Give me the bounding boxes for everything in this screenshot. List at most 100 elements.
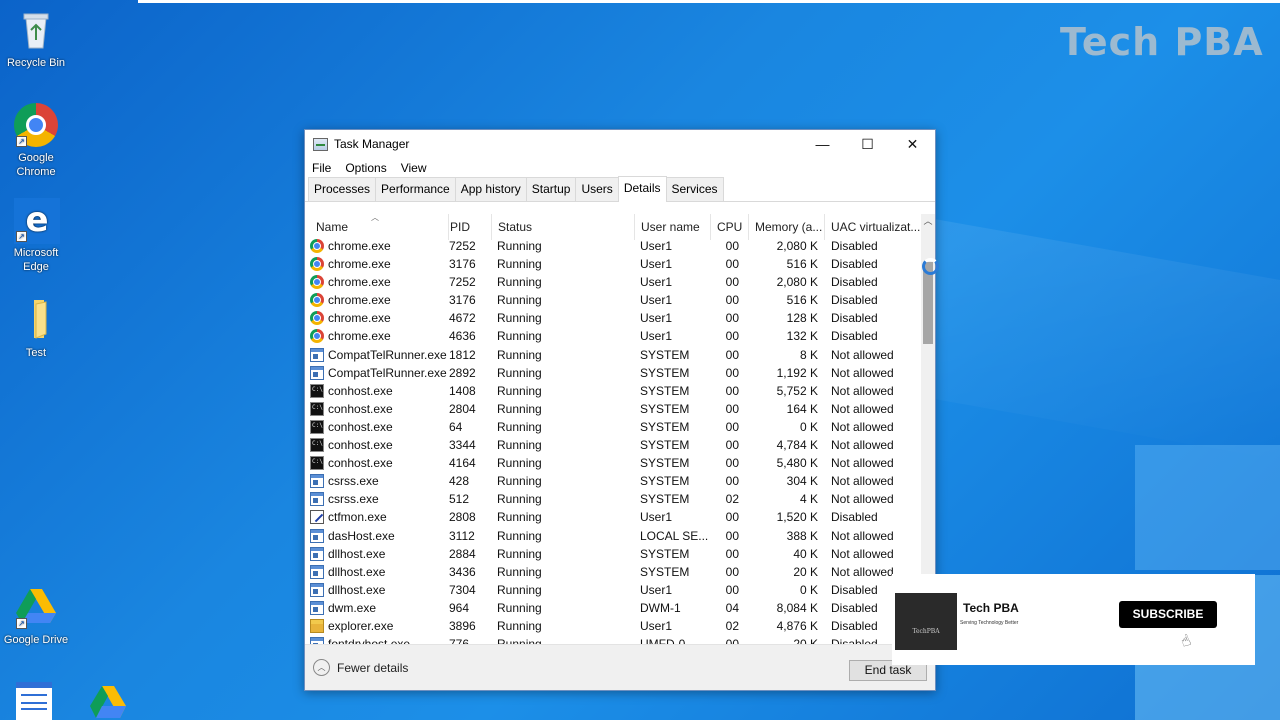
- cpu-cell: 00: [725, 401, 739, 416]
- tab-performance[interactable]: Performance: [375, 177, 456, 201]
- task-manager-window[interactable]: Task Manager — ☐ ✕ File Options View Pro…: [304, 129, 936, 691]
- scroll-up-icon[interactable]: ︿: [921, 214, 935, 228]
- table-row[interactable]: CompatTelRunner.exe 2892 Running SYSTEM 00 1,…: [305, 364, 921, 382]
- desktop-icon-google-chrome[interactable]: ↗ Google Chrome: [0, 103, 72, 179]
- menu-file[interactable]: File: [312, 161, 331, 175]
- pid-cell: 2804: [449, 401, 476, 416]
- pid-cell: 4164: [449, 456, 476, 471]
- exe-process-icon: [310, 564, 324, 579]
- table-row[interactable]: CompatTelRunner.exe 1812 Running SYSTEM 00 8 …: [305, 346, 921, 364]
- table-row[interactable]: dllhost.exe 3436 Running SYSTEM 00 20 K Not al…: [305, 563, 921, 581]
- desktop-icon-recycle-bin[interactable]: Recycle Bin: [0, 8, 72, 70]
- memory-cell: 388 K: [786, 528, 818, 543]
- tab-app-history[interactable]: App history: [454, 177, 527, 201]
- pid-cell: 4672: [449, 311, 476, 326]
- user-name-cell: SYSTEM: [640, 365, 690, 380]
- process-name: chrome.exe: [328, 293, 391, 308]
- memory-cell: 40 K: [793, 546, 818, 561]
- pid-cell: 3344: [449, 438, 476, 453]
- channel-watermark: Tech PBA: [1060, 20, 1264, 64]
- user-name-cell: User1: [640, 311, 673, 326]
- edge-icon: e ↗: [14, 198, 60, 244]
- exe-process-icon: [310, 347, 324, 362]
- folder-process-icon: [310, 618, 324, 633]
- desktop-icon-drive-shortcut[interactable]: [88, 684, 128, 720]
- table-row[interactable]: conhost.exe 64 Running SYSTEM 00 0 K Not allow…: [305, 418, 921, 436]
- details-grid: ︿ Name PID Status User name CPU Memory (…: [305, 214, 935, 644]
- menu-view[interactable]: View: [401, 161, 427, 175]
- desktop-icon-microsoft-edge[interactable]: e ↗ Microsoft Edge: [0, 198, 72, 274]
- process-name-cell: chrome.exe: [310, 237, 448, 255]
- menu-options[interactable]: Options: [345, 161, 386, 175]
- process-name-cell: dllhost.exe: [310, 581, 448, 599]
- title-bar[interactable]: Task Manager — ☐ ✕: [305, 130, 935, 158]
- table-row[interactable]: conhost.exe 1408 Running SYSTEM 00 5,752 K Not…: [305, 382, 921, 400]
- tab-details[interactable]: Details: [617, 176, 667, 202]
- minimize-button[interactable]: —: [800, 130, 845, 158]
- table-row[interactable]: conhost.exe 2804 Running SYSTEM 00 164 K Not a…: [305, 400, 921, 418]
- status-cell: Running: [497, 365, 542, 380]
- table-row[interactable]: csrss.exe 512 Running SYSTEM 02 4 K Not allowe…: [305, 490, 921, 508]
- close-button[interactable]: ✕: [890, 130, 935, 158]
- fewer-details-label: Fewer details: [337, 660, 409, 675]
- process-name-cell: conhost.exe: [310, 382, 448, 400]
- table-row[interactable]: conhost.exe 4164 Running SYSTEM 00 5,480 K Not…: [305, 454, 921, 472]
- table-row[interactable]: chrome.exe 7252 Running User1 00 2,080 K Disab…: [305, 273, 921, 291]
- process-name-cell: conhost.exe: [310, 400, 448, 418]
- uac-cell: Disabled: [831, 239, 878, 253]
- desktop-icon-test-folder[interactable]: Test: [0, 298, 72, 360]
- uac-cell: Disabled: [831, 510, 878, 525]
- memory-cell: 8 K: [799, 347, 818, 362]
- status-cell: Running: [497, 546, 542, 561]
- table-row[interactable]: chrome.exe 7252 Running User1 00 2,080 K Disab…: [305, 237, 921, 255]
- table-row[interactable]: chrome.exe 4672 Running User1 00 128 K Disable…: [305, 309, 921, 327]
- memory-cell: 2,080 K: [776, 275, 818, 290]
- uac-cell: Not allowed: [831, 546, 894, 561]
- user-name-cell: User1: [640, 329, 673, 344]
- table-row[interactable]: dllhost.exe 7304 Running User1 00 0 K Disabled: [305, 581, 921, 599]
- table-row[interactable]: dasHost.exe 3112 Running LOCAL SE... 00 388 K…: [305, 527, 921, 545]
- process-name: fontdrvhost.exe: [328, 635, 410, 644]
- table-row[interactable]: chrome.exe 3176 Running User1 00 516 K Disable…: [305, 291, 921, 309]
- pid-cell: 1408: [449, 383, 476, 398]
- desktop-icon-label: Test: [25, 347, 47, 359]
- chrome-process-icon: [310, 257, 324, 272]
- hand-pointer-icon: ☝: [1178, 631, 1194, 652]
- tab-strip: Processes Performance App history Startu…: [305, 176, 935, 202]
- fewer-details-button[interactable]: ︿ Fewer details: [313, 659, 408, 676]
- pid-cell: 7304: [449, 582, 476, 597]
- tab-processes[interactable]: Processes: [308, 177, 377, 201]
- table-row[interactable]: dllhost.exe 2884 Running SYSTEM 00 40 K Not al…: [305, 545, 921, 563]
- desktop-icon-google-drive[interactable]: ↗ Google Drive: [0, 585, 72, 647]
- table-row[interactable]: explorer.exe 3896 Running User1 02 4,876 K Dis…: [305, 617, 921, 635]
- tab-users[interactable]: Users: [575, 177, 619, 201]
- maximize-button[interactable]: ☐: [845, 130, 890, 158]
- table-row[interactable]: conhost.exe 3344 Running SYSTEM 00 4,784 K Not…: [305, 436, 921, 454]
- status-cell: Running: [497, 510, 542, 525]
- desktop-icon-label: Recycle Bin: [6, 57, 66, 69]
- uac-cell: Not allowed: [831, 492, 894, 507]
- tab-startup[interactable]: Startup: [525, 177, 577, 201]
- tab-services[interactable]: Services: [665, 177, 724, 201]
- process-name: chrome.exe: [328, 311, 391, 326]
- user-name-cell: SYSTEM: [640, 438, 690, 453]
- pid-cell: 3112: [449, 528, 475, 543]
- pid-cell: 3176: [449, 257, 476, 272]
- table-row[interactable]: chrome.exe 3176 Running User1 00 516 K Disable…: [305, 255, 921, 273]
- desktop-icon-document[interactable]: [16, 682, 52, 720]
- table-row[interactable]: fontdrvhost.exe776RunningUMFD-00020 KDis…: [305, 635, 921, 644]
- table-row[interactable]: csrss.exe 428 Running SYSTEM 00 304 K Not allo…: [305, 472, 921, 490]
- process-name-cell: chrome.exe: [310, 309, 448, 327]
- cpu-cell: 00: [725, 546, 739, 561]
- table-row[interactable]: chrome.exe 4636 Running User1 00 132 K Disable…: [305, 327, 921, 345]
- process-name: dwm.exe: [328, 600, 377, 615]
- memory-cell: 164 K: [786, 401, 818, 416]
- shortcut-arrow-icon: ↗: [16, 618, 27, 629]
- uac-cell: Not allowed: [831, 419, 894, 434]
- table-row[interactable]: ctfmon.exe 2808 Running User1 00 1,520 K Disab…: [305, 508, 921, 526]
- memory-cell: 1,192 K: [776, 365, 818, 380]
- pid-cell: 7252: [449, 275, 476, 290]
- process-name: csrss.exe: [328, 492, 379, 507]
- subscribe-button[interactable]: SUBSCRIBE: [1119, 601, 1217, 628]
- table-row[interactable]: dwm.exe 964 Running DWM-1 04 8,084 K Disabled: [305, 599, 921, 617]
